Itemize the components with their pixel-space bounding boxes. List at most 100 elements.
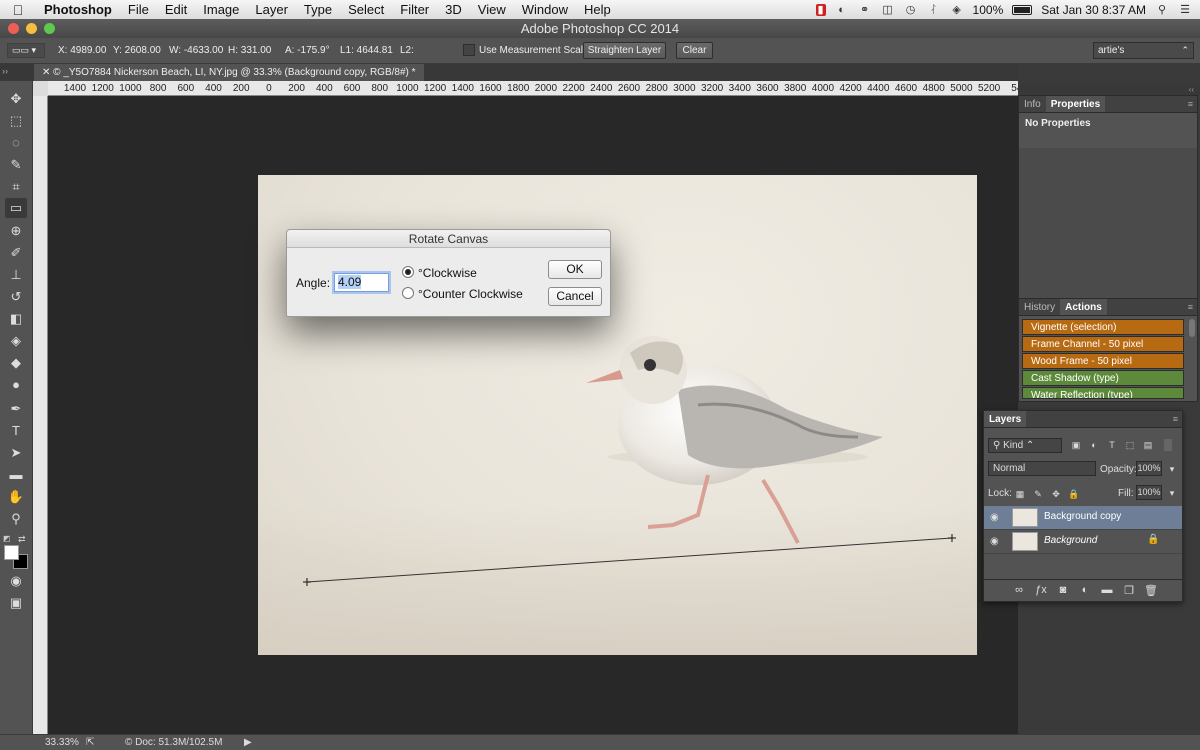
- menu-help[interactable]: Help: [576, 2, 619, 17]
- battery-icon[interactable]: [1012, 4, 1033, 15]
- menu-file[interactable]: File: [120, 2, 157, 17]
- pen-tool-icon[interactable]: ✒: [5, 399, 27, 419]
- menu-app-photoshop[interactable]: Photoshop: [36, 2, 120, 17]
- canvas-area[interactable]: [48, 97, 1018, 734]
- zoom-level[interactable]: 33.33%: [45, 737, 79, 748]
- layer-row-background-copy[interactable]: ◉ Background copy: [984, 506, 1182, 530]
- lock-all-icon[interactable]: 🔒: [1068, 488, 1080, 500]
- path-selection-tool-icon[interactable]: ➤: [5, 443, 27, 463]
- layer-name[interactable]: Background: [1044, 535, 1097, 546]
- brush-tool-icon[interactable]: ✐: [5, 243, 27, 263]
- menu-filter[interactable]: Filter: [392, 2, 437, 17]
- crop-tool-icon[interactable]: ⌗: [5, 177, 27, 197]
- menu-image[interactable]: Image: [195, 2, 247, 17]
- tab-properties[interactable]: Properties: [1045, 96, 1106, 112]
- close-tab-icon[interactable]: ✕: [42, 67, 53, 78]
- wifi-icon[interactable]: ◈: [950, 4, 964, 16]
- dodge-tool-icon[interactable]: ●: [5, 375, 27, 395]
- filter-toggle-icon[interactable]: [1164, 439, 1172, 451]
- panel-menu-icon[interactable]: ≡: [1188, 302, 1193, 312]
- filter-shape-icon[interactable]: ⬚: [1124, 439, 1136, 451]
- new-layer-icon[interactable]: ❐: [1122, 584, 1136, 597]
- lock-image-icon[interactable]: ✎: [1032, 488, 1044, 500]
- quick-mask-icon[interactable]: ◉: [5, 571, 27, 591]
- horizontal-ruler[interactable]: 1400 1200 1000 800 600 400 200 0 200 400 600 800 100…: [48, 81, 1018, 96]
- paint-bucket-tool-icon[interactable]: ◈: [5, 331, 27, 351]
- panel-menu-icon[interactable]: ≡: [1188, 99, 1193, 109]
- filter-smart-object-icon[interactable]: ▤: [1142, 439, 1154, 451]
- actions-scrollbar[interactable]: [1189, 319, 1195, 337]
- vertical-ruler[interactable]: [33, 96, 48, 734]
- close-window-button[interactable]: [8, 23, 19, 34]
- default-colors-icon[interactable]: ◩: [3, 534, 11, 543]
- menu-layer[interactable]: Layer: [247, 2, 296, 17]
- clockwise-radio[interactable]: [402, 266, 414, 278]
- foreground-color-swatch[interactable]: [4, 545, 19, 560]
- layer-style-icon[interactable]: ƒx: [1034, 584, 1048, 596]
- eraser-tool-icon[interactable]: ◧: [5, 309, 27, 329]
- creative-cloud-icon[interactable]: ⚭: [858, 4, 872, 16]
- action-item[interactable]: Water Reflection (type): [1022, 387, 1184, 399]
- blend-mode-select[interactable]: Normal: [988, 461, 1096, 476]
- marquee-tool-icon[interactable]: ⬚: [5, 111, 27, 131]
- minimize-window-button[interactable]: [26, 23, 37, 34]
- notification-list-icon[interactable]: ☰: [1178, 4, 1192, 16]
- angle-input[interactable]: 4.09: [334, 273, 389, 292]
- zoom-window-button[interactable]: [44, 23, 55, 34]
- history-icon[interactable]: ◷: [904, 4, 918, 16]
- visibility-eye-icon[interactable]: ◉: [990, 512, 999, 523]
- lasso-tool-icon[interactable]: ◌: [5, 133, 27, 153]
- swap-colors-icon[interactable]: ⇄: [18, 534, 26, 545]
- filter-pixel-icon[interactable]: ▣: [1070, 439, 1082, 451]
- filter-type-icon[interactable]: T: [1106, 439, 1118, 451]
- counter-clockwise-radio[interactable]: [402, 287, 414, 299]
- add-mask-icon[interactable]: ◙: [1056, 584, 1070, 596]
- lock-position-icon[interactable]: ✥: [1050, 488, 1062, 500]
- tab-actions[interactable]: Actions: [1060, 299, 1107, 315]
- blur-tool-icon[interactable]: ◆: [5, 353, 27, 373]
- clear-button[interactable]: Clear: [676, 42, 713, 59]
- ok-button[interactable]: OK: [548, 260, 602, 279]
- dock-collapse-strip[interactable]: ‹‹: [1018, 85, 1200, 95]
- opacity-field[interactable]: 100%: [1136, 461, 1162, 476]
- document-tab[interactable]: ✕ © _Y5O7884 Nickerson Beach, LI, NY.jpg…: [34, 64, 424, 81]
- opacity-dropdown-icon[interactable]: ▾: [1166, 463, 1178, 475]
- straighten-layer-button[interactable]: Straighten Layer: [583, 42, 666, 59]
- expand-toolbar-icon[interactable]: ››: [2, 66, 8, 76]
- tab-info[interactable]: Info: [1019, 96, 1046, 112]
- use-measurement-scale-checkbox[interactable]: [463, 44, 475, 56]
- menu-3d[interactable]: 3D: [437, 2, 470, 17]
- clone-stamp-tool-icon[interactable]: ⊥: [5, 265, 27, 285]
- tab-history[interactable]: History: [1019, 299, 1060, 315]
- menu-type[interactable]: Type: [296, 2, 340, 17]
- link-layers-icon[interactable]: ∞: [1012, 584, 1026, 596]
- ruler-tool-icon[interactable]: ▭: [5, 198, 27, 218]
- visibility-eye-icon[interactable]: ◉: [990, 536, 999, 547]
- action-item[interactable]: Wood Frame - 50 pixel: [1022, 353, 1184, 369]
- dropbox-icon[interactable]: ◫: [881, 4, 895, 16]
- action-item[interactable]: Vignette (selection): [1022, 319, 1184, 335]
- adjustment-layer-icon[interactable]: ◐: [1078, 584, 1092, 596]
- counter-clockwise-label[interactable]: °Counter Clockwise: [418, 287, 523, 301]
- menu-window[interactable]: Window: [514, 2, 576, 17]
- fill-dropdown-icon[interactable]: ▾: [1166, 487, 1178, 499]
- spotlight-search-icon[interactable]: ⚲: [1155, 4, 1169, 16]
- apple-icon[interactable]: : [0, 2, 36, 18]
- workspace-select[interactable]: artie's: [1093, 42, 1194, 59]
- filter-adjustment-icon[interactable]: ◐: [1088, 439, 1100, 451]
- clock[interactable]: Sat Jan 30 8:37 AM: [1041, 3, 1146, 17]
- menu-view[interactable]: View: [470, 2, 514, 17]
- status-menu-icon[interactable]: ▶: [244, 737, 252, 748]
- ruler-origin[interactable]: [33, 81, 48, 96]
- type-tool-icon[interactable]: T: [5, 421, 27, 441]
- hand-tool-icon[interactable]: ✋: [5, 487, 27, 507]
- zoom-tool-icon[interactable]: ⚲: [5, 509, 27, 529]
- quick-selection-tool-icon[interactable]: ✎: [5, 155, 27, 175]
- menu-edit[interactable]: Edit: [157, 2, 195, 17]
- tab-layers[interactable]: Layers: [984, 411, 1027, 427]
- layer-name[interactable]: Background copy: [1044, 511, 1121, 522]
- rectangle-tool-icon[interactable]: ▬: [5, 465, 27, 485]
- clockwise-label[interactable]: °Clockwise: [418, 266, 477, 280]
- cancel-button[interactable]: Cancel: [548, 287, 602, 306]
- export-icon[interactable]: ⇱: [86, 737, 94, 748]
